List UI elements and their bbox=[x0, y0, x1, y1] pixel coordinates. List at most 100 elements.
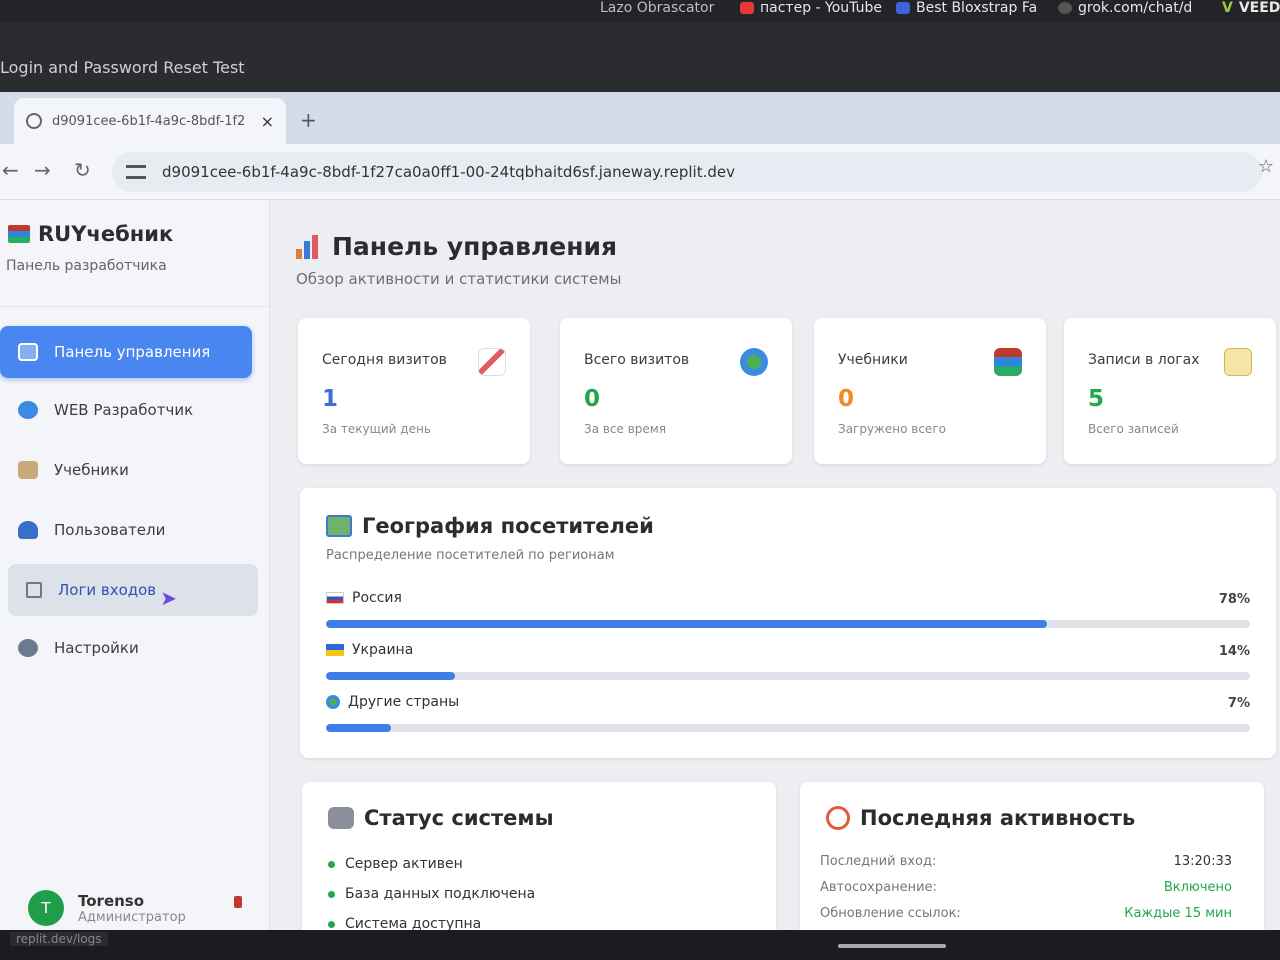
app: RUYчебник Панель разработчика Панель упр… bbox=[0, 200, 1280, 942]
address-row: ← → ↻ d9091cee-6b1f-4a9c-8bdf-1f27ca0a0f… bbox=[0, 144, 1280, 200]
alarm-clock-icon bbox=[826, 806, 850, 830]
address-bar[interactable]: d9091cee-6b1f-4a9c-8bdf-1f27ca0a0ff1-00-… bbox=[112, 152, 1262, 192]
geo-row-percent: 78% bbox=[1218, 592, 1250, 607]
stat-card-textbooks: Учебники 0 Загружено всего bbox=[814, 318, 1046, 464]
activity-key: Автосохранение: bbox=[820, 880, 937, 895]
bookmark-star-icon[interactable]: ☆ bbox=[1258, 156, 1274, 177]
main-content: Панель управления Обзор активности и ста… bbox=[270, 200, 1280, 942]
recent-activity-title-text: Последняя активность bbox=[860, 806, 1136, 830]
progress-fill bbox=[326, 672, 456, 680]
bookmark-label: VEED bbox=[1238, 0, 1280, 16]
book-icon bbox=[18, 461, 38, 479]
sidebar-item-label: Логи входов bbox=[58, 581, 157, 599]
progress-fill bbox=[326, 724, 391, 732]
stat-value: 0 bbox=[584, 386, 601, 412]
user-profile[interactable]: T Torenso Администратор bbox=[28, 890, 186, 926]
chart-icon bbox=[296, 234, 322, 259]
sidebar-item-login-logs[interactable]: Логи входов ➤ bbox=[8, 564, 258, 616]
progress-track bbox=[326, 724, 1250, 732]
stat-caption: Всего записей bbox=[1088, 422, 1179, 436]
stat-label: Записи в логах bbox=[1088, 352, 1200, 368]
stat-card-today: Сегодня визитов 1 За текущий день bbox=[298, 318, 530, 464]
sidebar-item-users[interactable]: Пользователи bbox=[0, 504, 252, 556]
stat-label: Всего визитов bbox=[584, 352, 690, 368]
stat-value: 0 bbox=[838, 386, 855, 412]
status-dot-icon bbox=[328, 920, 335, 928]
user-role: Администратор bbox=[78, 909, 186, 925]
browser-tab[interactable]: d9091cee-6b1f-4a9c-8bdf-1f2 × bbox=[14, 98, 286, 144]
page-title-text: Панель управления bbox=[332, 232, 618, 261]
sidebar-item-label: WEB Разработчик bbox=[54, 401, 194, 419]
robot-icon bbox=[328, 807, 354, 829]
geo-row-ukraine: Украина 14% bbox=[326, 642, 1250, 690]
sidebar-item-settings[interactable]: Настройки bbox=[0, 622, 252, 674]
brand[interactable]: RUYчебник bbox=[8, 222, 173, 246]
stat-caption: Загружено всего bbox=[838, 422, 946, 436]
globe-icon bbox=[26, 113, 42, 129]
window-handle[interactable] bbox=[838, 944, 946, 948]
geography-title-text: География посетителей bbox=[362, 514, 654, 538]
activity-key: Последний вход: bbox=[820, 854, 937, 869]
gear-icon bbox=[18, 639, 38, 657]
geography-subtitle: Распределение посетителей по регионам bbox=[326, 548, 615, 563]
page-subtitle: Обзор активности и статистики системы bbox=[296, 270, 622, 288]
sidebar-item-web-developer[interactable]: WEB Разработчик bbox=[0, 384, 252, 436]
status-bar: replit.dev/logs bbox=[0, 930, 1280, 960]
system-status-card: Статус системы Сервер активен База данны… bbox=[302, 782, 776, 942]
memo-icon bbox=[1224, 348, 1252, 376]
sidebar-item-label: Пользователи bbox=[54, 521, 166, 539]
geo-row-text: Россия bbox=[352, 590, 402, 606]
checkbox-icon bbox=[26, 582, 42, 598]
books-icon bbox=[8, 225, 30, 243]
mouse-cursor-icon: ➤ bbox=[160, 586, 177, 610]
sidebar-item-textbooks[interactable]: Учебники bbox=[0, 444, 252, 496]
page-title: Панель управления bbox=[296, 232, 617, 261]
trend-icon bbox=[478, 348, 506, 376]
close-tab-icon[interactable]: × bbox=[261, 112, 274, 131]
globe-icon bbox=[740, 348, 768, 376]
forward-icon[interactable]: → bbox=[34, 158, 51, 182]
stat-caption: За текущий день bbox=[322, 422, 431, 436]
status-item-text: Сервер активен bbox=[345, 856, 463, 872]
geo-row-text: Другие страны bbox=[348, 694, 460, 710]
geo-row-russia: Россия 78% bbox=[326, 590, 1250, 638]
bookmark-label: Best Bloxstrap Fa bbox=[916, 0, 1038, 16]
bookmarks-bar: Lazo Obrascator пастер - YouTube Best Bl… bbox=[0, 0, 1280, 22]
bookmark-item[interactable]: V VEED bbox=[1222, 0, 1280, 16]
bookmark-item[interactable]: пастер - YouTube bbox=[740, 0, 882, 16]
url-text[interactable]: d9091cee-6b1f-4a9c-8bdf-1f27ca0a0ff1-00-… bbox=[162, 163, 735, 181]
globe-icon bbox=[326, 695, 340, 709]
ukraine-flag-icon bbox=[326, 644, 344, 656]
bookmark-item[interactable]: Lazo Obrascator bbox=[600, 0, 714, 16]
grok-icon bbox=[1058, 2, 1072, 14]
stat-label: Учебники bbox=[838, 352, 908, 368]
tab-strip: d9091cee-6b1f-4a9c-8bdf-1f2 × + bbox=[0, 92, 1280, 144]
geo-row-text: Украина bbox=[352, 642, 414, 658]
sidebar-item-dashboard[interactable]: Панель управления bbox=[0, 326, 252, 378]
geo-row-percent: 7% bbox=[1227, 696, 1250, 711]
logout-icon[interactable] bbox=[234, 896, 242, 908]
stat-value: 1 bbox=[322, 386, 339, 412]
stat-caption: За все время bbox=[584, 422, 667, 436]
sidebar-item-label: Настройки bbox=[54, 639, 139, 657]
stat-value: 5 bbox=[1088, 386, 1105, 412]
bookmark-label: Lazo Obrascator bbox=[600, 0, 715, 16]
bookmark-item[interactable]: Best Bloxstrap Fa bbox=[896, 0, 1037, 16]
bookmark-item[interactable]: grok.com/chat/d bbox=[1058, 0, 1192, 16]
new-tab-button[interactable]: + bbox=[300, 108, 317, 132]
site-settings-icon[interactable] bbox=[126, 165, 146, 179]
avatar: T bbox=[28, 890, 64, 926]
divider bbox=[0, 306, 270, 307]
bookmark-label: grok.com/chat/d bbox=[1078, 0, 1193, 16]
globe-icon bbox=[18, 401, 38, 419]
reload-icon[interactable]: ↻ bbox=[74, 158, 91, 182]
back-icon[interactable]: ← bbox=[2, 158, 19, 182]
status-dot-icon bbox=[328, 860, 335, 868]
veed-icon: V bbox=[1222, 0, 1233, 16]
activity-value: Каждые 15 мин bbox=[1124, 906, 1232, 921]
status-dot-icon bbox=[328, 890, 335, 898]
user-name: Torenso bbox=[78, 891, 145, 910]
geo-row-label: Другие страны bbox=[326, 694, 459, 710]
status-item: Сервер активен bbox=[328, 856, 463, 872]
activity-key: Обновление ссылок: bbox=[820, 906, 961, 921]
